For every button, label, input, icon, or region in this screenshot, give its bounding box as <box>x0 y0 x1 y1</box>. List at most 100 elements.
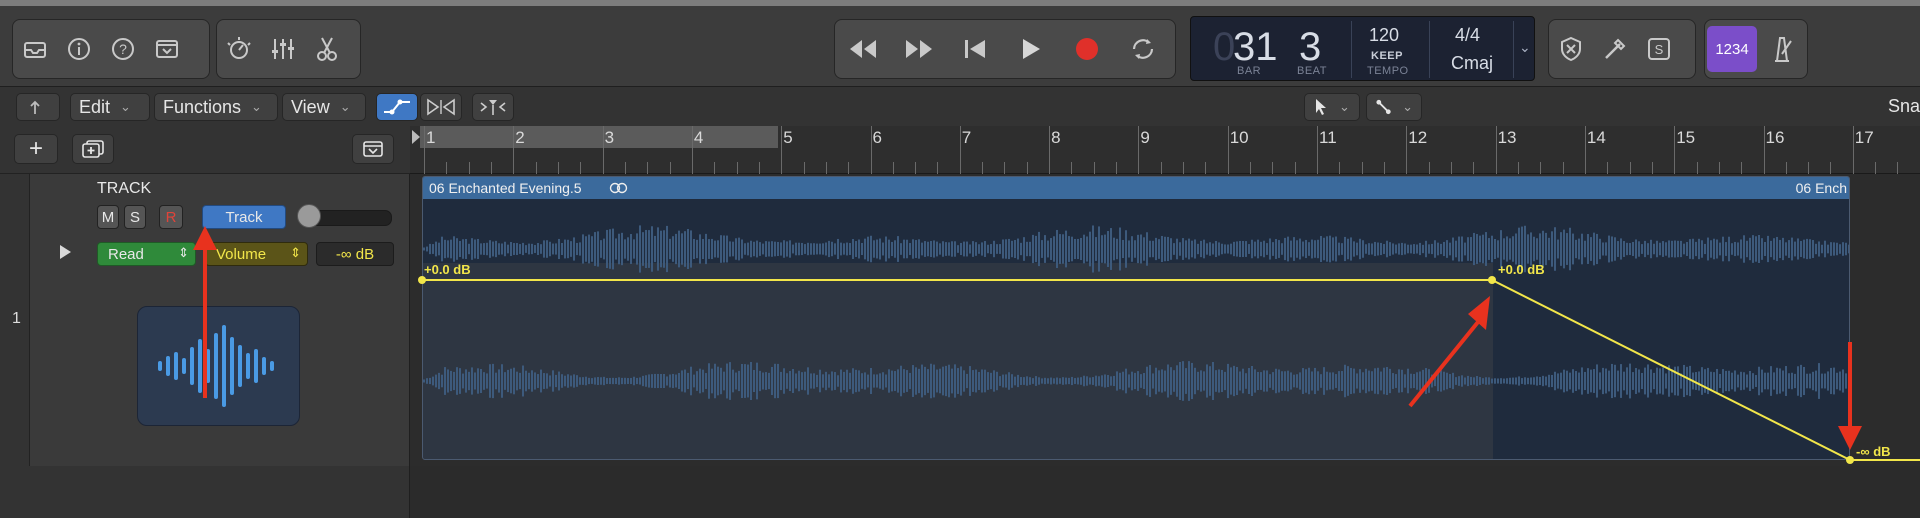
svg-text:S: S <box>1655 42 1664 57</box>
chevron-down-icon: ⌄ <box>339 99 351 114</box>
automation-value-field[interactable]: -∞ dB <box>316 242 394 266</box>
ruler-beat-tick <box>825 162 827 174</box>
go-to-beginning-icon[interactable] <box>947 25 1003 73</box>
ruler-beat-tick <box>1450 162 1452 174</box>
track-name[interactable]: TRACK <box>97 180 151 198</box>
ruler-bar-line <box>424 126 425 174</box>
mute-button[interactable]: M <box>97 205 119 229</box>
smart-controls-icon[interactable] <box>217 25 261 73</box>
lcd-chevron-down-icon[interactable]: ⌄ <box>1519 39 1531 56</box>
count-in-button[interactable]: 1234 <box>1707 26 1757 72</box>
ruler-bar-number: 9 <box>1140 128 1150 147</box>
catch-playhead-icon[interactable] <box>472 93 514 121</box>
ruler-beat-tick <box>1718 162 1720 174</box>
pointer-tool-icon <box>1316 99 1326 115</box>
ruler-beat-tick <box>1830 162 1832 174</box>
inspector-icon[interactable] <box>57 25 101 73</box>
ruler-beat-tick <box>1183 162 1185 174</box>
automation-mode-select[interactable]: Read ⇕ <box>97 242 196 266</box>
ruler-bar-number: 16 <box>1765 128 1785 147</box>
empty-tracks-area[interactable] <box>0 466 1920 518</box>
automation-parameter-select[interactable]: Volume ⇕ <box>205 242 308 266</box>
ruler-beat-tick <box>915 162 917 174</box>
annotation-arrow-diagonal-icon <box>1408 320 1480 408</box>
ruler-bar-line <box>1406 126 1408 174</box>
ruler-beat-tick <box>1026 162 1028 174</box>
ruler-beat-tick <box>1160 162 1162 174</box>
bar-value: 31 <box>1233 25 1278 69</box>
disclosure-triangle-icon[interactable] <box>58 244 72 260</box>
annotation-arrows <box>1408 296 1862 450</box>
add-track-button[interactable]: + <box>14 134 58 164</box>
library-icon[interactable] <box>13 25 57 73</box>
ruler-beat-tick <box>982 162 984 174</box>
ruler-beat-tick <box>1004 162 1006 174</box>
mixer-icon[interactable] <box>261 25 305 73</box>
view-buttons-group: ? <box>12 19 210 79</box>
lcd-divider <box>1513 21 1514 78</box>
ruler-bar-number: 3 <box>604 128 615 147</box>
automation-tool-menu[interactable]: ⌄ <box>1366 93 1422 121</box>
solo-mode-icon[interactable]: S <box>1637 25 1681 73</box>
rewind-icon[interactable] <box>835 25 891 73</box>
ruler-beat-tick <box>1272 162 1274 174</box>
track-header[interactable]: TRACK M S R Track Read ⇕ Volume ⇕ -∞ dB <box>30 174 410 466</box>
key-signature: Cmaj <box>1451 53 1494 73</box>
ruler-bar-line <box>1584 126 1586 174</box>
svg-text:?: ? <box>119 41 127 57</box>
cycle-icon[interactable] <box>1115 25 1171 73</box>
fast-forward-icon[interactable] <box>891 25 947 73</box>
lcd-display[interactable]: 0 31 3 BAR BEAT 120 KEEP TEMPO 4/4 Cmaj … <box>1190 16 1535 81</box>
playhead-marker-icon[interactable] <box>410 128 422 146</box>
editors-scissors-icon[interactable] <box>305 25 349 73</box>
ruler-beat-tick <box>736 162 738 174</box>
ruler-beat-tick <box>758 162 760 174</box>
cycle-region[interactable] <box>420 126 778 148</box>
ruler-bar-number: 1 <box>426 128 436 147</box>
tempo-label: TEMPO <box>1367 65 1409 77</box>
chevron-down-icon: ⌄ <box>1339 99 1350 114</box>
ruler-beat-tick <box>490 162 492 174</box>
ruler-bar-line <box>513 126 515 174</box>
ruler-beat-tick <box>1294 162 1296 174</box>
pointer-tool-menu[interactable]: ⌄ <box>1304 93 1360 121</box>
edit-menu[interactable]: Edit ⌄ <box>70 93 150 121</box>
ruler-bar-line <box>1138 126 1140 174</box>
metronome-icon[interactable] <box>1757 25 1807 73</box>
global-tracks-icon[interactable] <box>352 134 394 164</box>
view-menu[interactable]: View ⌄ <box>282 93 366 121</box>
record-icon[interactable] <box>1059 25 1115 73</box>
ruler-beat-tick <box>1875 162 1877 174</box>
new-track-stack-icon[interactable] <box>72 134 114 164</box>
tuner-icon[interactable] <box>1593 25 1637 73</box>
ruler-beat-tick <box>647 162 649 174</box>
play-icon[interactable] <box>1003 25 1059 73</box>
mode-buttons-group: S <box>1548 19 1696 79</box>
record-enable-button[interactable]: R <box>159 205 183 229</box>
ruler-beat-tick <box>1361 162 1363 174</box>
ruler-bar-number: 8 <box>1051 128 1061 147</box>
volume-slider-knob[interactable] <box>297 204 321 228</box>
flex-icon[interactable] <box>420 93 462 121</box>
solo-button[interactable]: S <box>124 205 146 229</box>
bar-label: BAR <box>1237 65 1262 77</box>
track-list-empty <box>0 466 410 518</box>
help-icon[interactable]: ? <box>101 25 145 73</box>
back-arrow-icon[interactable] <box>16 93 60 121</box>
tempo-mode: KEEP <box>1371 50 1403 62</box>
bar-ruler[interactable]: 1 2 3 4 5 6 7 8 9 10 11 12 13 14 15 16 17 <box>410 126 1920 174</box>
ruler-beat-tick <box>1250 162 1252 174</box>
automation-toggle-icon[interactable] <box>376 93 418 121</box>
ruler-beat-tick <box>1205 162 1207 174</box>
ruler-beat-tick <box>557 162 559 174</box>
view-menu-label: View <box>291 96 330 117</box>
snap-label[interactable]: Sna <box>1888 96 1920 117</box>
toolbar-icon[interactable] <box>145 25 189 73</box>
ruler-bar-number: 13 <box>1497 128 1517 147</box>
ruler-bar-line <box>1227 126 1229 174</box>
tracks-menu-bar: Edit ⌄ Functions ⌄ View ⌄ ⌄ ⌄ Sna <box>0 86 1920 126</box>
low-latency-icon[interactable] <box>1549 25 1593 73</box>
annotation-arrow-up-icon <box>193 226 217 398</box>
tracks-area[interactable]: 06 Enchanted Evening.5 06 Ench +0.0 dB +… <box>410 174 1920 466</box>
functions-menu[interactable]: Functions ⌄ <box>154 93 278 121</box>
